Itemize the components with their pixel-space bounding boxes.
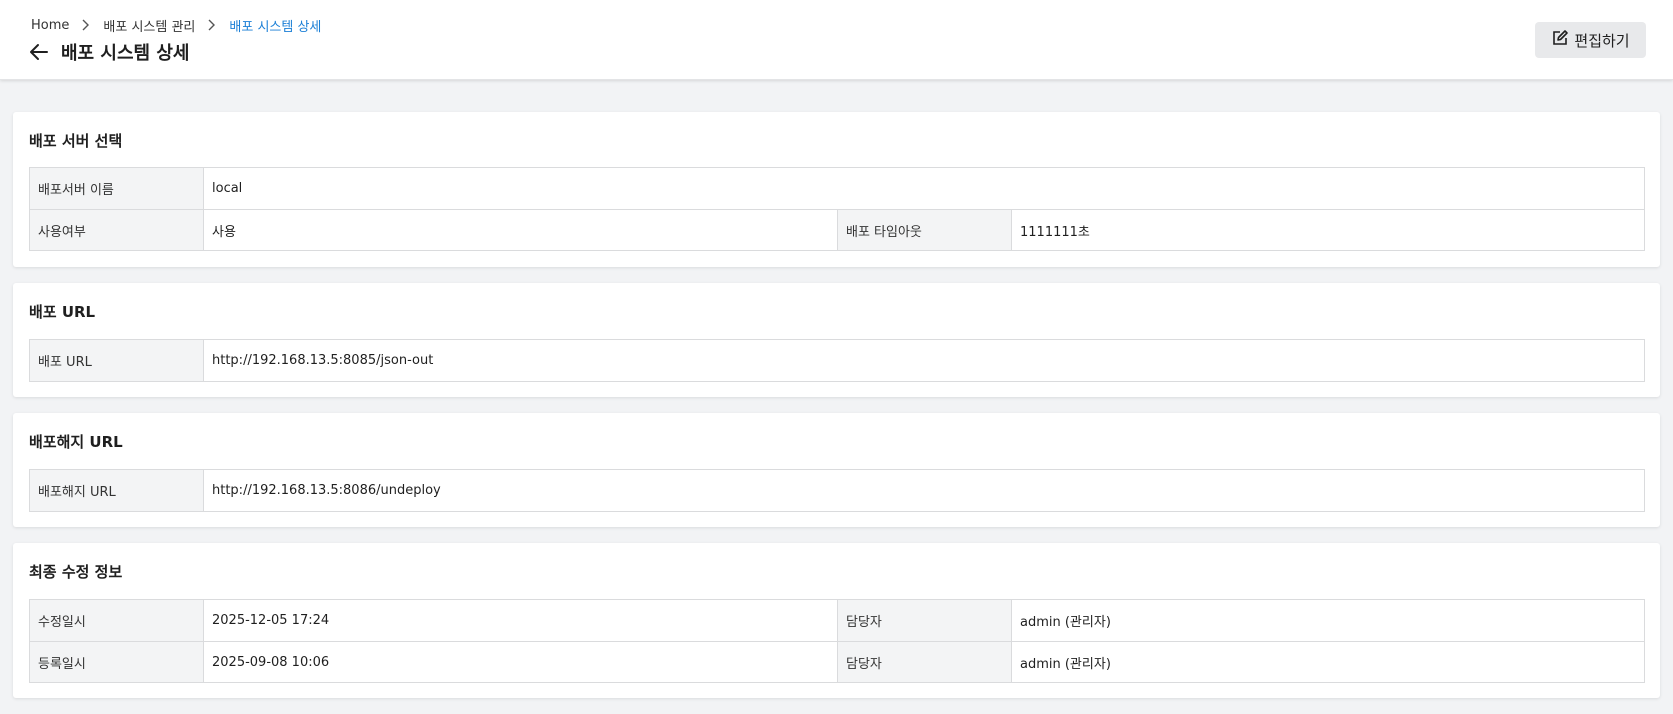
deploy-url-table: 배포 URL http://192.168.13.5:8085/json-out <box>29 339 1645 382</box>
field-value: 1111111초 <box>1020 224 1090 240</box>
field-value: local <box>212 181 243 196</box>
field-value: 사용 <box>204 210 838 250</box>
breadcrumb: Home 배포 시스템 관리 배포 시스템 상세 <box>31 16 322 35</box>
field-value: 2025-12-05 17:24 <box>204 600 838 641</box>
field-label: 사용여부 <box>30 210 204 250</box>
field-label: 담당자 <box>838 642 1012 682</box>
edit-button[interactable]: 편집하기 <box>1535 22 1646 58</box>
section-title: 배포해지 URL <box>29 433 123 451</box>
modified-info-table: 수정일시 2025-12-05 17:24 담당자 admin (관리자) 등록… <box>29 599 1645 683</box>
page-title: 배포 시스템 상세 <box>61 43 190 64</box>
field-label: 등록일시 <box>30 642 204 682</box>
field-label: 배포 타임아웃 <box>838 210 1012 250</box>
field-label: 담당자 <box>838 600 1012 641</box>
server-table: 배포서버 이름 local 사용여부 사용 배포 타임아웃 1111111초 <box>29 167 1645 251</box>
table-row: 배포 URL http://192.168.13.5:8085/json-out <box>30 340 1644 381</box>
field-label: 수정일시 <box>30 600 204 641</box>
breadcrumb-current: 배포 시스템 상세 <box>229 19 322 35</box>
table-row: 배포해지 URL http://192.168.13.5:8086/undepl… <box>30 470 1644 511</box>
breadcrumb-home[interactable]: Home <box>31 18 69 33</box>
table-row: 배포서버 이름 local <box>30 168 1644 209</box>
section-title: 배포 서버 선택 <box>29 132 123 150</box>
section-title: 최종 수정 정보 <box>29 563 123 581</box>
undeploy-url-table: 배포해지 URL http://192.168.13.5:8086/undepl… <box>29 469 1645 512</box>
table-row: 등록일시 2025-09-08 10:06 담당자 admin (관리자) <box>30 641 1644 682</box>
field-label: 배포 URL <box>30 340 204 381</box>
field-label: 배포해지 URL <box>30 470 204 511</box>
arrow-left-icon[interactable] <box>28 41 50 63</box>
chevron-right-icon <box>202 17 222 33</box>
field-value: admin (관리자) <box>1020 615 1111 630</box>
field-value: admin (관리자) <box>1020 656 1111 672</box>
table-row: 사용여부 사용 배포 타임아웃 1111111초 <box>30 209 1644 250</box>
section-title: 배포 URL <box>29 303 96 321</box>
edit-icon <box>1551 29 1574 51</box>
field-value: http://192.168.13.5:8085/json-out <box>212 353 434 368</box>
title-row: 배포 시스템 상세 <box>28 38 189 66</box>
modified-info-section: 최종 수정 정보 수정일시 2025-12-05 17:24 담당자 admin… <box>13 543 1660 698</box>
undeploy-url-section: 배포해지 URL 배포해지 URL http://192.168.13.5:80… <box>13 413 1660 527</box>
chevron-right-icon <box>76 17 96 33</box>
edit-button-label: 편집하기 <box>1574 31 1630 50</box>
table-row: 수정일시 2025-12-05 17:24 담당자 admin (관리자) <box>30 600 1644 641</box>
field-value: 2025-09-08 10:06 <box>204 642 838 682</box>
breadcrumb-parent[interactable]: 배포 시스템 관리 <box>103 16 195 35</box>
deploy-url-section: 배포 URL 배포 URL http://192.168.13.5:8085/j… <box>13 283 1660 397</box>
field-value: http://192.168.13.5:8086/undeploy <box>212 483 441 498</box>
field-label: 배포서버 이름 <box>30 168 204 209</box>
page-header: Home 배포 시스템 관리 배포 시스템 상세 배포 시스템 상세 편집하기 <box>0 0 1673 80</box>
server-section: 배포 서버 선택 배포서버 이름 local 사용여부 사용 배포 타임아웃 1… <box>13 112 1660 267</box>
